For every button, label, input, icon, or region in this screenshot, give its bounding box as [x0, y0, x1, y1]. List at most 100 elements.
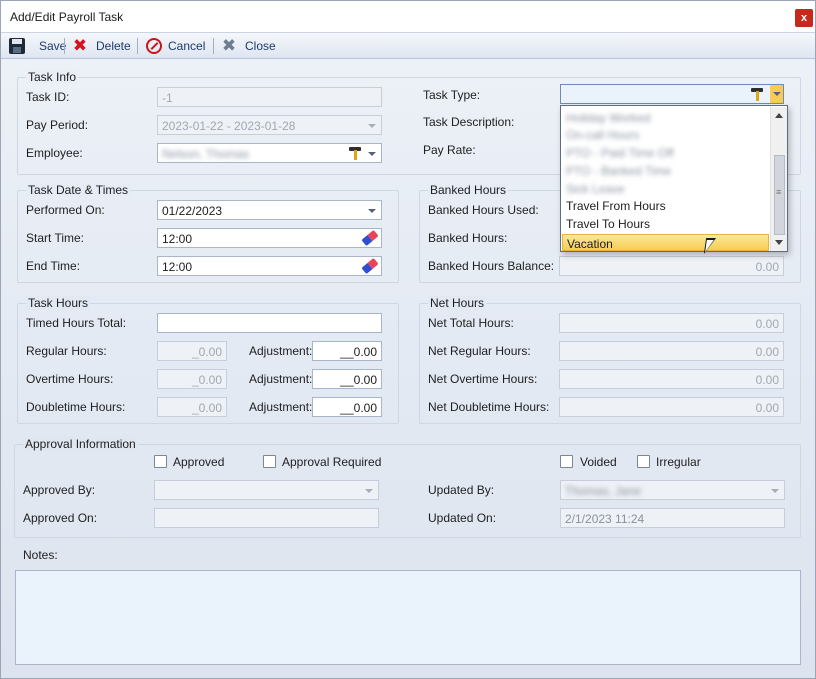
approved-on-field [154, 508, 379, 528]
pay-period-value: 2023-01-22 - 2023-01-28 [162, 119, 296, 133]
task-type-dropdown-button[interactable] [770, 85, 783, 103]
irregular-label: Irregular [656, 455, 701, 469]
chevron-down-icon[interactable] [368, 209, 376, 213]
employee-label: Employee: [26, 146, 83, 160]
window-title: Add/Edit Payroll Task [10, 10, 124, 24]
close-label: Close [245, 39, 276, 53]
dropdown-item-travel-to-hours[interactable]: Travel To Hours [566, 217, 650, 231]
updated-by-label: Updated By: [428, 483, 495, 497]
banked-hours-label: Banked Hours: [428, 231, 508, 245]
close-icon: ✖ [221, 36, 237, 55]
end-time-field[interactable]: 12:00 [157, 256, 382, 276]
voided-checkbox[interactable] [560, 455, 573, 468]
dropdown-item[interactable]: PTO - Paid Time Off [566, 146, 674, 160]
dropdown-item-vacation[interactable]: Vacation [562, 234, 769, 251]
chevron-down-icon [368, 124, 376, 128]
net-regular-hours-field: 0.00 [559, 341, 784, 361]
updated-by-value: Thomas, Jane [565, 484, 642, 498]
delete-button[interactable]: ✖ Delete [72, 37, 131, 55]
approval-required-checkbox[interactable] [263, 455, 276, 468]
banked-hours-balance-field: 0.00 [559, 256, 784, 276]
task-type-select[interactable] [560, 84, 784, 104]
overtime-hours-label: Overtime Hours: [26, 372, 114, 386]
pay-period-label: Pay Period: [26, 118, 89, 132]
cancel-icon [146, 38, 162, 54]
hammer-icon[interactable] [751, 87, 765, 101]
net-hours-legend: Net Hours [428, 296, 487, 310]
net-total-hours-field: 0.00 [559, 313, 784, 333]
dropdown-item-travel-from-hours[interactable]: Travel From Hours [566, 199, 666, 213]
approved-label: Approved [173, 455, 225, 469]
adjustment-label: Adjustment: [249, 372, 313, 386]
end-time-value: 12:00 [162, 260, 193, 274]
task-info-legend: Task Info [26, 70, 79, 84]
dropdown-item[interactable]: Sick Leave [566, 182, 625, 196]
approved-on-label: Approved On: [23, 511, 98, 525]
eraser-icon[interactable] [361, 229, 379, 247]
scroll-down-icon[interactable] [775, 240, 783, 245]
banked-hours-balance-label: Banked Hours Balance: [428, 259, 555, 273]
save-button[interactable]: Save [9, 37, 66, 55]
net-doubletime-hours-field: 0.00 [559, 397, 784, 417]
overtime-adjustment-field[interactable]: __0.00 [312, 369, 382, 389]
start-time-field[interactable]: 12:00 [157, 228, 382, 248]
delete-label: Delete [96, 39, 131, 53]
banked-hours-used-label: Banked Hours Used: [428, 203, 539, 217]
approved-checkbox[interactable] [154, 455, 167, 468]
task-description-label: Task Description: [423, 115, 515, 129]
regular-adjustment-field[interactable]: __0.00 [312, 341, 382, 361]
toolbar: Save ✖ Delete Cancel ✖ Close [1, 32, 815, 59]
toolbar-separator [213, 38, 214, 54]
chevron-down-icon [773, 92, 781, 96]
dropdown-scrollbar[interactable] [770, 107, 787, 251]
task-type-label: Task Type: [423, 88, 481, 102]
end-time-label: End Time: [26, 259, 81, 273]
dropdown-item[interactable]: On-call Hours [566, 128, 639, 142]
save-icon [9, 38, 25, 54]
pay-period-select: 2023-01-22 - 2023-01-28 [157, 115, 382, 135]
start-time-label: Start Time: [26, 231, 85, 245]
start-time-value: 12:00 [162, 232, 193, 246]
save-label: Save [39, 39, 67, 53]
scrollbar-thumb[interactable] [774, 155, 785, 235]
notes-label: Notes: [23, 548, 58, 562]
net-overtime-hours-label: Net Overtime Hours: [428, 372, 538, 386]
employee-value: Nelson, Thomas [162, 147, 250, 161]
chevron-down-icon[interactable] [368, 152, 376, 156]
scroll-up-icon[interactable] [775, 113, 783, 118]
chevron-down-icon [365, 489, 373, 493]
toolbar-separator [64, 38, 65, 54]
net-regular-hours-label: Net Regular Hours: [428, 344, 531, 358]
banked-hours-legend: Banked Hours [428, 183, 509, 197]
irregular-checkbox[interactable] [637, 455, 650, 468]
notes-textarea[interactable] [15, 570, 801, 665]
eraser-icon[interactable] [361, 257, 379, 275]
updated-on-label: Updated On: [428, 511, 497, 525]
title-bar: Add/Edit Payroll Task x [1, 1, 815, 32]
close-button[interactable]: ✖ Close [221, 37, 276, 55]
adjustment-label: Adjustment: [249, 400, 313, 414]
employee-select[interactable]: Nelson, Thomas [157, 143, 382, 163]
cancel-button[interactable]: Cancel [146, 37, 205, 55]
close-window-button[interactable]: x [795, 9, 813, 27]
performed-on-label: Performed On: [26, 203, 105, 217]
regular-hours-label: Regular Hours: [26, 344, 107, 358]
hammer-icon[interactable] [349, 146, 363, 160]
dropdown-item[interactable]: Holiday Worked [566, 111, 650, 125]
timed-hours-total-field[interactable] [157, 313, 382, 333]
net-total-hours-label: Net Total Hours: [428, 316, 514, 330]
updated-on-field: 2/1/2023 11:24 [560, 508, 785, 528]
date-times-legend: Task Date & Times [26, 183, 131, 197]
net-overtime-hours-field: 0.00 [559, 369, 784, 389]
approval-required-label: Approval Required [282, 455, 382, 469]
doubletime-hours-label: Doubletime Hours: [26, 400, 126, 414]
doubletime-adjustment-field[interactable]: __0.00 [312, 397, 382, 417]
approved-by-select [154, 480, 379, 500]
dropdown-item[interactable]: PTO - Banked Time [566, 164, 671, 178]
task-hours-legend: Task Hours [26, 296, 91, 310]
regular-hours-field: _0.00 [157, 341, 227, 361]
overtime-hours-field: _0.00 [157, 369, 227, 389]
performed-on-value: 01/22/2023 [162, 204, 223, 218]
cancel-label: Cancel [168, 39, 206, 53]
performed-on-date-picker[interactable]: 01/22/2023 [157, 200, 382, 220]
